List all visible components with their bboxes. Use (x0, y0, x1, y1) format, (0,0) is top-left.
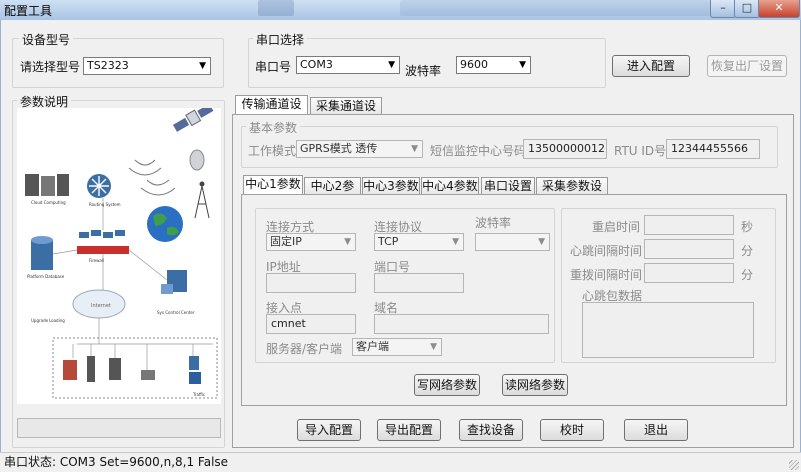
baud-label: 波特率 (405, 64, 442, 78)
conn-mode-select[interactable]: 固定IP ▼ (266, 233, 356, 251)
baud-select-value: 9600 (460, 58, 488, 71)
tab-center-3[interactable]: 中心3参数 (362, 177, 420, 195)
tab-collect-channel[interactable]: 采集通道设置 (310, 97, 382, 129)
tab-transport-channel[interactable]: 传输通道设置 (235, 95, 308, 127)
protocol-select[interactable]: TCP ▼ (374, 233, 464, 251)
chevron-down-icon: ▼ (411, 144, 418, 154)
center-baud-label: 波特率 (475, 216, 512, 230)
center-baud-select[interactable]: ▼ (475, 233, 550, 251)
restart-time-label: 重启时间 (592, 220, 641, 234)
upgrade-label: Upgrade (31, 318, 49, 323)
port-select-value: COM3 (300, 58, 333, 71)
tab-center-1[interactable]: 中心1参数 (243, 175, 303, 195)
chevron-down-icon: ▼ (452, 237, 459, 247)
chevron-down-icon: ▼ (538, 237, 545, 247)
device-model-group-title: 设备型号 (19, 31, 74, 48)
exit-button[interactable]: 退出 (624, 419, 688, 441)
tab-collect-params[interactable]: 采集参数设置 (536, 177, 608, 209)
apn-input[interactable]: cmnet (266, 314, 356, 334)
title-bar: 配置工具 – □ ✕ (0, 0, 801, 21)
internet-label: Internet (91, 303, 111, 309)
server-client-value: 客户端 (356, 340, 389, 353)
chevron-down-icon: ▼ (344, 237, 351, 247)
loading-label: Loading (49, 318, 65, 323)
cloud-computing-label: Cloud Computing (31, 200, 66, 205)
heartbeat-interval-unit: 分 (741, 244, 754, 258)
tab-serial-settings[interactable]: 串口设置 (481, 177, 535, 195)
model-select[interactable]: TS2323 ▼ (83, 57, 211, 75)
restart-time-input[interactable] (644, 215, 734, 235)
status-bar: 串口状态: COM3 Set=9600,n,8,1 False (0, 452, 801, 472)
read-network-params-button[interactable]: 读网络参数 (502, 374, 568, 396)
export-config-button[interactable]: 导出配置 (377, 419, 441, 441)
tab-center-4[interactable]: 中心4参数 (421, 177, 479, 195)
work-mode-value: GPRS模式 透传 (300, 142, 378, 155)
basic-params-title: 基本参数 (246, 119, 301, 136)
work-mode-select[interactable]: GPRS模式 透传 ▼ (296, 140, 423, 158)
conn-mode-value: 固定IP (270, 235, 302, 248)
port-number-input[interactable] (374, 273, 464, 293)
redial-interval-label: 重拨间隔时间 (570, 268, 643, 282)
rtu-id-input[interactable]: 12344455566 (666, 139, 760, 159)
sms-center-input[interactable]: 13500000012 (523, 139, 607, 159)
work-mode-label: 工作模式 (248, 144, 297, 158)
progress-bar (17, 418, 221, 438)
serial-status-text: 串口状态: COM3 Set=9600,n,8,1 False (4, 455, 229, 469)
dish-icon (189, 149, 205, 171)
enter-config-button[interactable]: 进入配置 (612, 55, 690, 77)
router-icon (87, 174, 111, 198)
traffic-label: Traffic (192, 392, 205, 397)
network-diagram: Cloud Computing Routing System Firewall … (17, 108, 221, 404)
minimize-button[interactable]: – (710, 0, 736, 18)
redial-interval-unit: 分 (741, 268, 754, 282)
server-client-select[interactable]: 客户端 ▼ (352, 338, 442, 356)
port-label: 串口号 (255, 60, 292, 74)
routing-system-label: Routing System (89, 202, 121, 207)
globe-icon (147, 206, 183, 242)
port-select[interactable]: COM3 ▼ (296, 56, 400, 74)
import-config-button[interactable]: 导入配置 (297, 419, 361, 441)
resize-grip-icon[interactable] (789, 460, 799, 470)
time-sync-button[interactable]: 校时 (540, 419, 604, 441)
taskbar-thumbnail (258, 0, 294, 16)
write-network-params-button[interactable]: 写网络参数 (414, 374, 480, 396)
platform-database-label: Platform Database (27, 274, 65, 279)
chevron-down-icon: ▼ (430, 342, 437, 352)
baud-select[interactable]: 9600 ▼ (456, 56, 531, 74)
restart-time-unit: 秒 (741, 220, 754, 234)
chevron-down-icon: ▼ (388, 60, 395, 70)
heartbeat-interval-input[interactable] (644, 239, 734, 259)
cloud-computing-icon (25, 174, 69, 196)
domain-input[interactable] (374, 314, 549, 334)
ip-input[interactable] (266, 273, 356, 293)
rtu-id-label: RTU ID号 (614, 144, 667, 158)
heartbeat-interval-label: 心跳间隔时间 (570, 244, 643, 258)
database-icon (31, 236, 53, 270)
heartbeat-data-textarea[interactable] (582, 302, 754, 358)
server-client-label: 服务器/客户端 (266, 342, 343, 356)
protocol-value: TCP (378, 235, 399, 248)
find-device-button[interactable]: 查找设备 (459, 419, 523, 441)
tab-center-2[interactable]: 中心2参数 (304, 177, 361, 209)
firewall-icon (77, 246, 129, 254)
model-select-value: TS2323 (87, 59, 129, 72)
sms-center-label: 短信监控中心号码 (430, 144, 527, 158)
taskbar-thumbnail (400, 0, 710, 16)
serial-port-group-title: 串口选择 (253, 31, 308, 48)
maximize-button[interactable]: □ (734, 0, 760, 18)
restore-factory-button[interactable]: 恢复出厂设置 (707, 55, 787, 77)
window-title: 配置工具 (4, 4, 53, 18)
close-button[interactable]: ✕ (758, 0, 800, 18)
chevron-down-icon: ▼ (199, 61, 206, 71)
sys-control-center-label: Sys Control Center (157, 310, 195, 315)
model-select-label: 请选择型号 (20, 60, 81, 74)
chevron-down-icon: ▼ (519, 60, 526, 70)
redial-interval-input[interactable] (644, 263, 734, 283)
firewall-label: Firewall (89, 258, 104, 263)
